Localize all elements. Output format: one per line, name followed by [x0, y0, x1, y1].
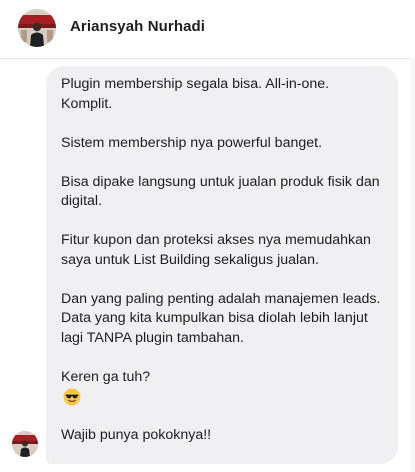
message-paragraph: Sistem membership nya powerful banget. — [61, 134, 323, 151]
message-paragraph: Plugin membership segala bisa. All-in-on… — [61, 76, 330, 112]
sender-avatar-small[interactable] — [12, 431, 38, 457]
message-paragraph: Keren ga tuh? — [61, 368, 151, 385]
message-paragraph: Bisa dipake langsung untuk jualan produk… — [61, 173, 380, 210]
message-last-line: Wajib punya pokoknya!! — [61, 427, 212, 443]
chat-window: Ariansyah Nurhadi Plugin membership sega… — [0, 0, 415, 472]
contact-name[interactable]: Ariansyah Nurhadi — [70, 18, 205, 35]
conversation-header: Ariansyah Nurhadi — [0, 0, 415, 59]
message-paragraph: Fitur kupon dan proteksi akses nya memud… — [61, 232, 371, 268]
avatar-photo-icon — [18, 9, 56, 47]
message-paragraph: Dan yang paling penting adalah manajemen… — [61, 290, 381, 346]
sunglasses-face-emoji-icon — [63, 388, 81, 406]
avatar-photo-icon — [12, 431, 38, 457]
scrollbar[interactable] — [411, 58, 415, 472]
contact-avatar[interactable] — [18, 9, 56, 47]
message-bubble[interactable]: Plugin membership segala bisa. All-in-on… — [46, 66, 398, 464]
